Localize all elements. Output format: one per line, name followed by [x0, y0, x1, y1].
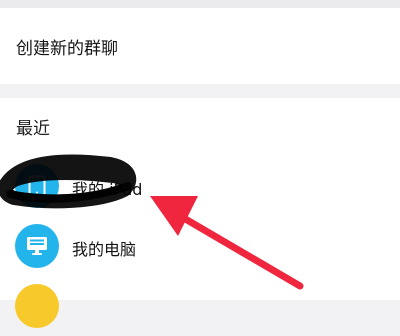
recent-section-header: 最近: [0, 98, 400, 154]
device-label-computer: 我的电脑: [72, 240, 137, 259]
create-group-chat-row[interactable]: 创建新的群聊: [0, 8, 400, 84]
top-separator: [0, 0, 400, 8]
device-label-ipad: 我的 iPad: [72, 180, 143, 199]
device-row-computer[interactable]: 我的电脑: [0, 216, 400, 276]
create-group-chat-label: 创建新的群聊: [16, 38, 118, 59]
device-list: 我的 iPad 我的电脑: [0, 154, 400, 328]
device-row-third[interactable]: [0, 276, 400, 336]
monitor-icon: [15, 224, 59, 268]
recent-label: 最近: [16, 119, 50, 139]
device-icon: [15, 284, 59, 328]
tablet-icon: [15, 164, 59, 208]
device-row-ipad[interactable]: 我的 iPad: [0, 156, 400, 216]
